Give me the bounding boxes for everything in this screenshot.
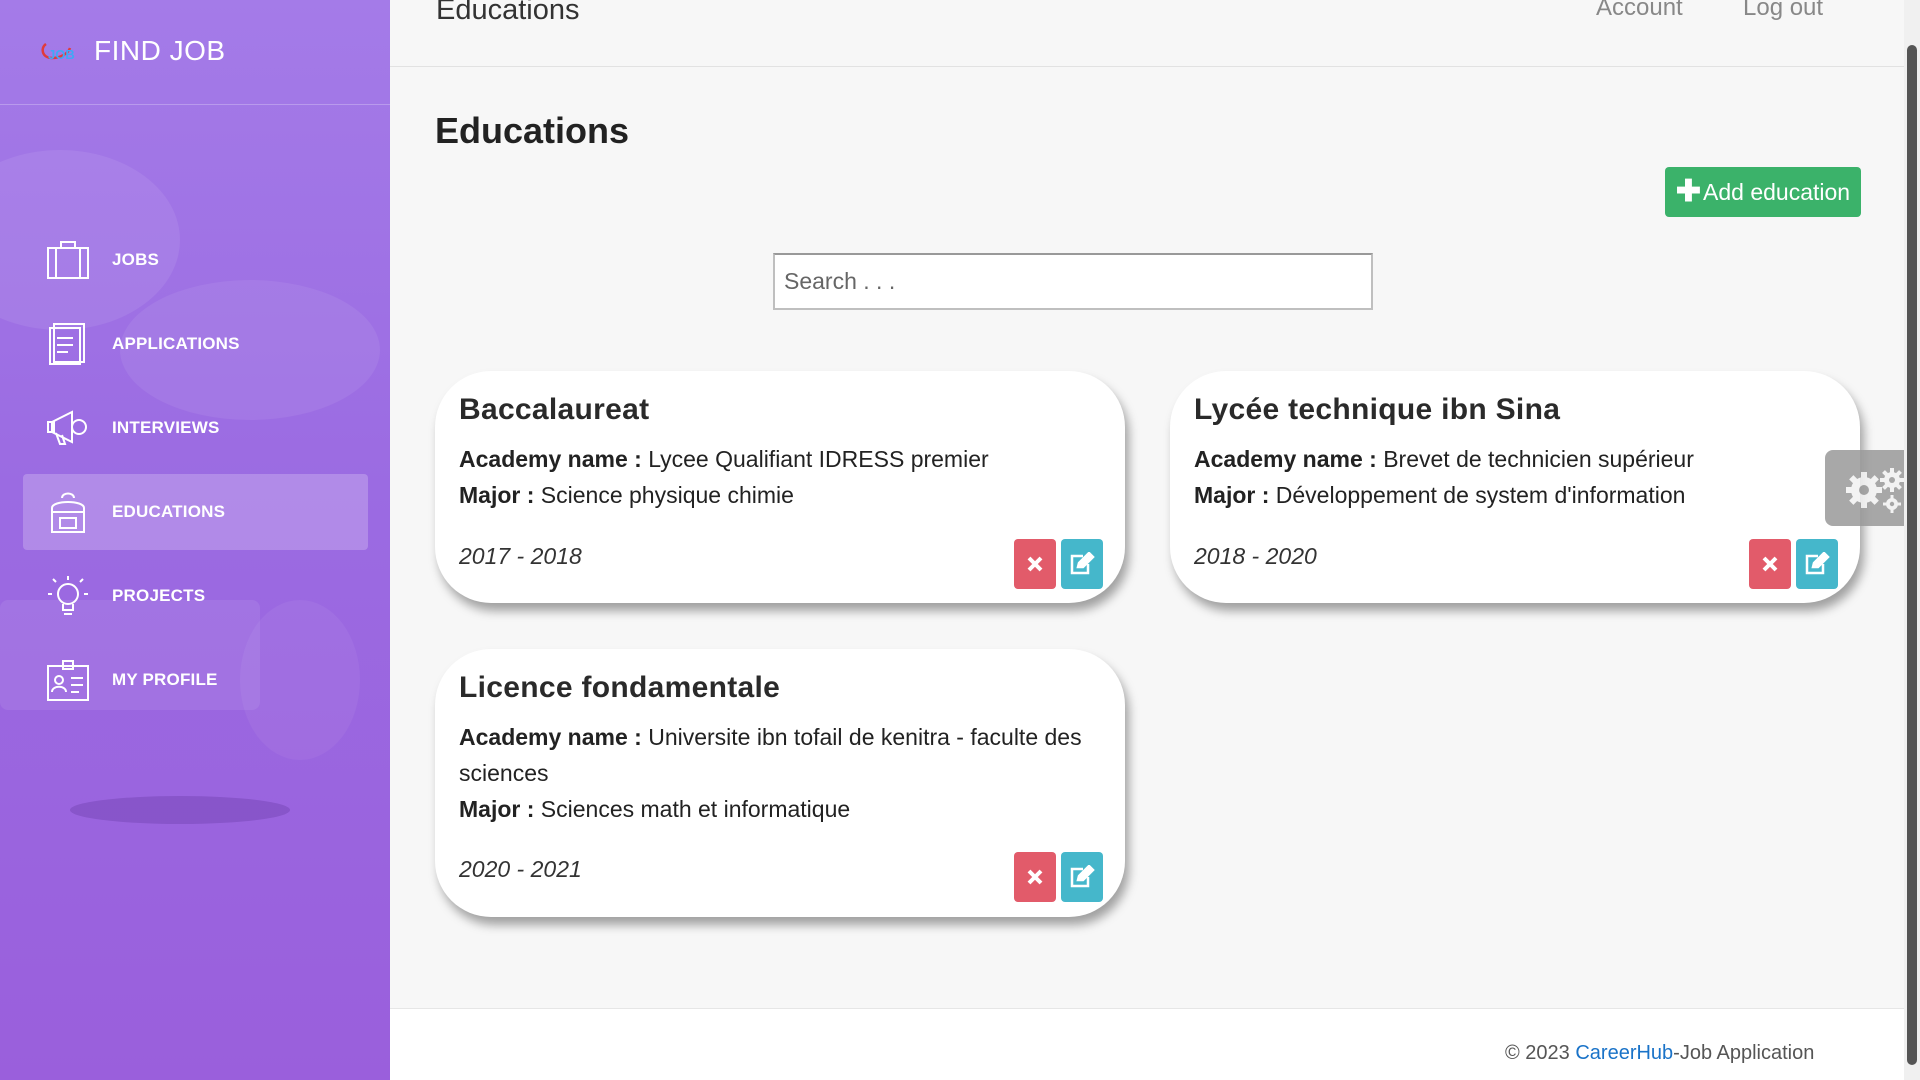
id-card-icon (45, 657, 91, 703)
edit-icon (1070, 865, 1095, 888)
academy-value: Brevet de technicien supérieur (1383, 446, 1694, 472)
sidebar-item-label: JOBS (112, 250, 160, 269)
brand-logo-icon: JOB (41, 42, 75, 62)
sidebar-nav: JOBS APPLICATIONS INTERVIEWS EDUCATIONS … (23, 222, 368, 726)
academy-label: Academy name : (459, 446, 642, 472)
academy-label: Academy name : (459, 724, 642, 750)
delete-button[interactable] (1749, 539, 1791, 589)
academy-value: Lycee Qualifiant IDRESS premier (648, 446, 989, 472)
edit-icon (1070, 552, 1095, 575)
delete-button[interactable] (1014, 539, 1056, 589)
sidebar-item-interviews[interactable]: INTERVIEWS (23, 390, 368, 466)
delete-button[interactable] (1014, 852, 1056, 902)
footer-copyright: © 2023 CareerHub-Job Application (1505, 1042, 1814, 1065)
close-icon (1762, 556, 1778, 572)
add-education-button[interactable]: ✚ Add education (1665, 167, 1861, 217)
academy-line: Academy name : Brevet de technicien supé… (1194, 441, 1834, 477)
sidebar-item-label: PROJECTS (112, 586, 206, 605)
footer-prefix: © 2023 (1505, 1042, 1576, 1064)
major-line: Major : Science physique chimie (459, 477, 1099, 513)
major-label: Major : (459, 482, 535, 508)
major-line: Major : Développement de system d'inform… (1194, 477, 1834, 513)
academy-line: Academy name : Lycee Qualifiant IDRESS p… (459, 441, 1099, 477)
education-card: Lycée technique ibn Sina Academy name : … (1170, 371, 1860, 603)
sidebar-item-label: MY PROFILE (112, 670, 218, 689)
major-label: Major : (459, 796, 535, 822)
education-title: Baccalaureat (459, 393, 650, 426)
brand-logo-text: JOB (48, 47, 75, 62)
education-card: Licence fondamentale Academy name : Univ… (435, 649, 1125, 917)
sidebar-item-my-profile[interactable]: MY PROFILE (23, 642, 368, 718)
edit-button[interactable] (1061, 539, 1103, 589)
briefcase-icon (45, 237, 91, 283)
logout-link[interactable]: Log out (1743, 0, 1823, 22)
gears-icon (1846, 468, 1904, 513)
brand-name: FIND JOB (94, 35, 226, 66)
major-label: Major : (1194, 482, 1270, 508)
sidebar-item-educations[interactable]: EDUCATIONS (23, 474, 368, 550)
education-dates: 2017 - 2018 (459, 543, 582, 569)
academy-line: Academy name : Universite ibn tofail de … (459, 719, 1099, 791)
education-dates: 2018 - 2020 (1194, 543, 1317, 569)
topbar: Educations Account Log out (390, 0, 1904, 67)
sidebar-item-label: EDUCATIONS (112, 502, 226, 521)
brand[interactable]: JOB FIND JOB (40, 34, 226, 68)
careerhub-link[interactable]: CareerHub (1575, 1042, 1673, 1064)
topbar-title: Educations (436, 0, 580, 26)
sidebar-item-label: INTERVIEWS (112, 418, 220, 437)
scrollbar-thumb[interactable] (1907, 45, 1917, 1065)
education-title: Lycée technique ibn Sina (1194, 393, 1561, 426)
edit-button[interactable] (1061, 852, 1103, 902)
lightbulb-icon (45, 573, 91, 619)
sidebar-item-applications[interactable]: APPLICATIONS (23, 306, 368, 382)
footer-suffix: -Job Application (1673, 1042, 1815, 1064)
sidebar-divider (0, 104, 390, 105)
add-education-label: Add education (1703, 178, 1851, 205)
major-value: Développement de system d'information (1275, 482, 1686, 508)
academy-label: Academy name : (1194, 446, 1377, 472)
sidebar-item-jobs[interactable]: JOBS (23, 222, 368, 298)
backpack-icon (45, 489, 91, 535)
scrollbar[interactable] (1904, 0, 1920, 1080)
edit-icon (1805, 552, 1830, 575)
education-title: Licence fondamentale (459, 671, 781, 704)
edit-button[interactable] (1796, 539, 1838, 589)
major-value: Science physique chimie (540, 482, 794, 508)
footer: © 2023 CareerHub-Job Application (390, 1008, 1904, 1080)
document-icon (45, 321, 91, 367)
close-icon (1027, 556, 1043, 572)
sidebar: JOB FIND JOB JOBS APPLICATIONS INTERVIEW… (0, 0, 390, 1080)
major-value: Sciences math et informatique (540, 796, 851, 822)
plus-icon: ✚ (1675, 175, 1702, 208)
sidebar-item-label: APPLICATIONS (112, 334, 240, 353)
education-dates: 2020 - 2021 (459, 856, 582, 882)
close-icon (1027, 869, 1043, 885)
education-card: Baccalaureat Academy name : Lycee Qualif… (435, 371, 1125, 603)
sidebar-item-projects[interactable]: PROJECTS (23, 558, 368, 634)
major-line: Major : Sciences math et informatique (459, 791, 1099, 827)
page-title: Educations (435, 110, 630, 151)
account-link[interactable]: Account (1596, 0, 1683, 22)
search-input[interactable] (773, 253, 1373, 310)
megaphone-icon (45, 405, 91, 451)
